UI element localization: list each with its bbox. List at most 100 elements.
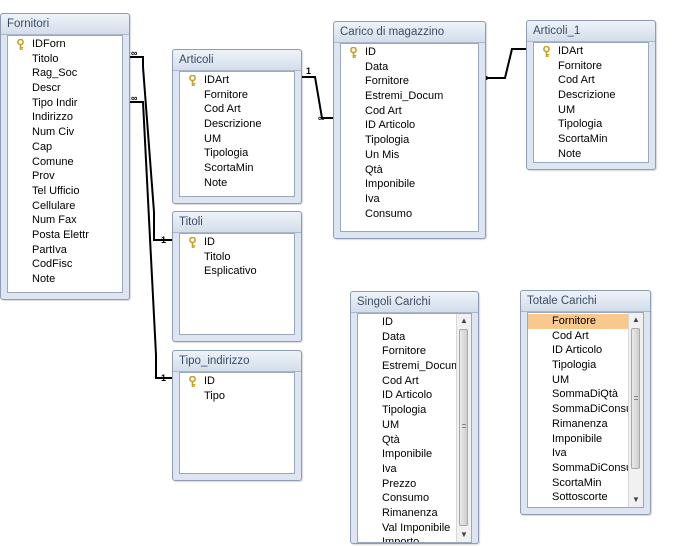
- field-item[interactable]: Descr: [8, 81, 122, 96]
- field-item[interactable]: IDArt: [180, 73, 294, 88]
- field-item[interactable]: ScortaMin: [534, 132, 648, 147]
- field-item[interactable]: Titolo: [180, 250, 294, 265]
- field-item[interactable]: Tipo Indir: [8, 96, 122, 111]
- table-articoli-1[interactable]: Articoli_1 IDArt Fornitore Cod Art Descrizi…: [526, 20, 656, 170]
- table-title[interactable]: Tipo_indirizzo: [173, 351, 301, 372]
- field-list[interactable]: ID Data Fornitore Estremi_Docum Cod Art ID Ar…: [357, 313, 472, 543]
- field-item[interactable]: Fornitore: [180, 88, 294, 103]
- table-titoli[interactable]: Titoli ID Titolo Esplicativo: [172, 211, 302, 342]
- table-title[interactable]: Titoli: [173, 212, 301, 233]
- field-item[interactable]: Tipologia: [534, 117, 648, 132]
- field-item[interactable]: Data: [341, 60, 478, 75]
- table-title[interactable]: Articoli_1: [527, 21, 655, 42]
- scroll-up-arrow-icon[interactable]: ▲: [629, 313, 643, 327]
- field-item[interactable]: Iva: [358, 462, 457, 477]
- field-item[interactable]: ID Articolo: [341, 118, 478, 133]
- field-item[interactable]: Rag_Soc: [8, 66, 122, 81]
- field-item[interactable]: UM: [358, 418, 457, 433]
- field-item[interactable]: Note: [8, 272, 122, 287]
- table-title[interactable]: Singoli Carichi: [351, 292, 478, 313]
- field-item[interactable]: Tipologia: [180, 146, 294, 161]
- field-item[interactable]: Titolo: [8, 52, 122, 67]
- field-item[interactable]: Note: [180, 176, 294, 191]
- field-item[interactable]: Tipologia: [528, 358, 629, 373]
- field-item[interactable]: Cod Art: [341, 104, 478, 119]
- field-item[interactable]: Cellulare: [8, 199, 122, 214]
- field-list[interactable]: IDForn Titolo Rag_Soc Descr Tipo Indir Indiri…: [7, 35, 123, 293]
- field-item[interactable]: Consumo: [341, 207, 478, 222]
- field-item[interactable]: Sottoscorte: [528, 490, 629, 505]
- field-item[interactable]: Prezzo: [358, 477, 457, 492]
- field-list[interactable]: Fornitore Cod Art ID Articolo Tipologia UM So…: [527, 312, 644, 508]
- field-item[interactable]: Num Civ: [8, 125, 122, 140]
- field-item[interactable]: Estremi_Docum: [341, 89, 478, 104]
- vertical-scrollbar[interactable]: ▲ ▼: [456, 314, 471, 542]
- field-item[interactable]: Cod Art: [528, 329, 629, 344]
- field-item[interactable]: Indirizzo: [8, 110, 122, 125]
- field-item[interactable]: IDArt: [534, 44, 648, 59]
- field-item[interactable]: Cod Art: [180, 102, 294, 117]
- field-list[interactable]: IDArt Fornitore Cod Art Descrizione UM Tipolo…: [179, 71, 295, 197]
- field-item[interactable]: Importo: [358, 535, 457, 542]
- table-totale-carichi[interactable]: Totale Carichi Fornitore Cod Art ID Artico…: [520, 290, 651, 515]
- field-item[interactable]: Fornitore: [341, 74, 478, 89]
- field-item[interactable]: Note: [534, 147, 648, 162]
- field-list[interactable]: ID Data Fornitore Estremi_Docum Cod Art ID Ar…: [340, 43, 479, 232]
- field-item[interactable]: Rimanenza: [358, 506, 457, 521]
- field-item[interactable]: Un Mis: [341, 148, 478, 163]
- field-item[interactable]: SommaDiQtà: [528, 387, 629, 402]
- field-item[interactable]: UM: [180, 132, 294, 147]
- field-item[interactable]: Tipologia: [341, 133, 478, 148]
- field-item[interactable]: Iva: [341, 192, 478, 207]
- field-item[interactable]: ID Articolo: [358, 388, 457, 403]
- field-item[interactable]: PartIva: [8, 243, 122, 258]
- scroll-down-arrow-icon[interactable]: ▼: [457, 528, 471, 542]
- table-title[interactable]: Totale Carichi: [521, 291, 650, 312]
- table-fornitori[interactable]: Fornitori IDForn Titolo Rag_Soc Descr Tipo I…: [0, 13, 130, 300]
- field-item[interactable]: Consumo: [358, 491, 457, 506]
- field-item[interactable]: Fornitore: [528, 314, 629, 329]
- field-item[interactable]: IDForn: [8, 37, 122, 52]
- field-item[interactable]: UM: [534, 103, 648, 118]
- table-carico-di-magazzino[interactable]: Carico di magazzino ID Data Fornitore Estre…: [333, 21, 486, 239]
- field-item[interactable]: Imponibile: [528, 432, 629, 447]
- field-item[interactable]: Num Fax: [8, 213, 122, 228]
- vertical-scrollbar[interactable]: ▲ ▼: [628, 313, 643, 507]
- field-item[interactable]: Esplicativo: [180, 264, 294, 279]
- table-title[interactable]: Articoli: [173, 50, 301, 71]
- table-title[interactable]: Carico di magazzino: [334, 22, 485, 43]
- field-item[interactable]: Cap: [8, 140, 122, 155]
- scrollbar-thumb[interactable]: [631, 328, 640, 469]
- field-item[interactable]: Fornitore: [534, 59, 648, 74]
- field-item[interactable]: CodFisc: [8, 257, 122, 272]
- field-item[interactable]: Val Imponibile: [358, 521, 457, 536]
- field-item[interactable]: Estremi_Docum: [358, 359, 460, 374]
- scroll-down-arrow-icon[interactable]: ▼: [629, 493, 643, 507]
- scrollbar-thumb[interactable]: [459, 329, 468, 526]
- field-item[interactable]: ScortaMin: [180, 161, 294, 176]
- field-item[interactable]: ScortaMin: [528, 476, 629, 491]
- table-articoli[interactable]: Articoli IDArt Fornitore Cod Art Descrizion…: [172, 49, 302, 204]
- field-item[interactable]: Prov: [8, 169, 122, 184]
- field-item[interactable]: Rimanenza: [528, 417, 629, 432]
- field-item[interactable]: Imponibile: [358, 447, 457, 462]
- field-item[interactable]: Descrizione: [180, 117, 294, 132]
- field-item[interactable]: Cod Art: [534, 73, 648, 88]
- scroll-up-arrow-icon[interactable]: ▲: [457, 314, 471, 328]
- table-title[interactable]: Fornitori: [1, 14, 129, 35]
- field-item[interactable]: ID: [180, 374, 294, 389]
- field-item[interactable]: ID: [180, 235, 294, 250]
- field-item[interactable]: SommaDiConsu: [528, 402, 632, 417]
- field-item[interactable]: Tipologia: [358, 403, 457, 418]
- table-tipo-indirizzo[interactable]: Tipo_indirizzo ID Tipo: [172, 350, 302, 481]
- field-item[interactable]: Qtà: [341, 163, 478, 178]
- field-item[interactable]: Iva: [528, 446, 629, 461]
- table-singoli-carichi[interactable]: Singoli Carichi ID Data Fornitore Estremi_D…: [350, 291, 479, 544]
- field-item[interactable]: Posta Elettr: [8, 228, 122, 243]
- field-item[interactable]: SommaDiConsu: [528, 461, 632, 476]
- field-item[interactable]: ID: [341, 45, 478, 60]
- field-item[interactable]: Data: [358, 330, 457, 345]
- field-item[interactable]: Fornitore: [358, 344, 457, 359]
- field-list[interactable]: ID Tipo: [179, 372, 295, 474]
- field-item[interactable]: Tipo: [180, 389, 294, 404]
